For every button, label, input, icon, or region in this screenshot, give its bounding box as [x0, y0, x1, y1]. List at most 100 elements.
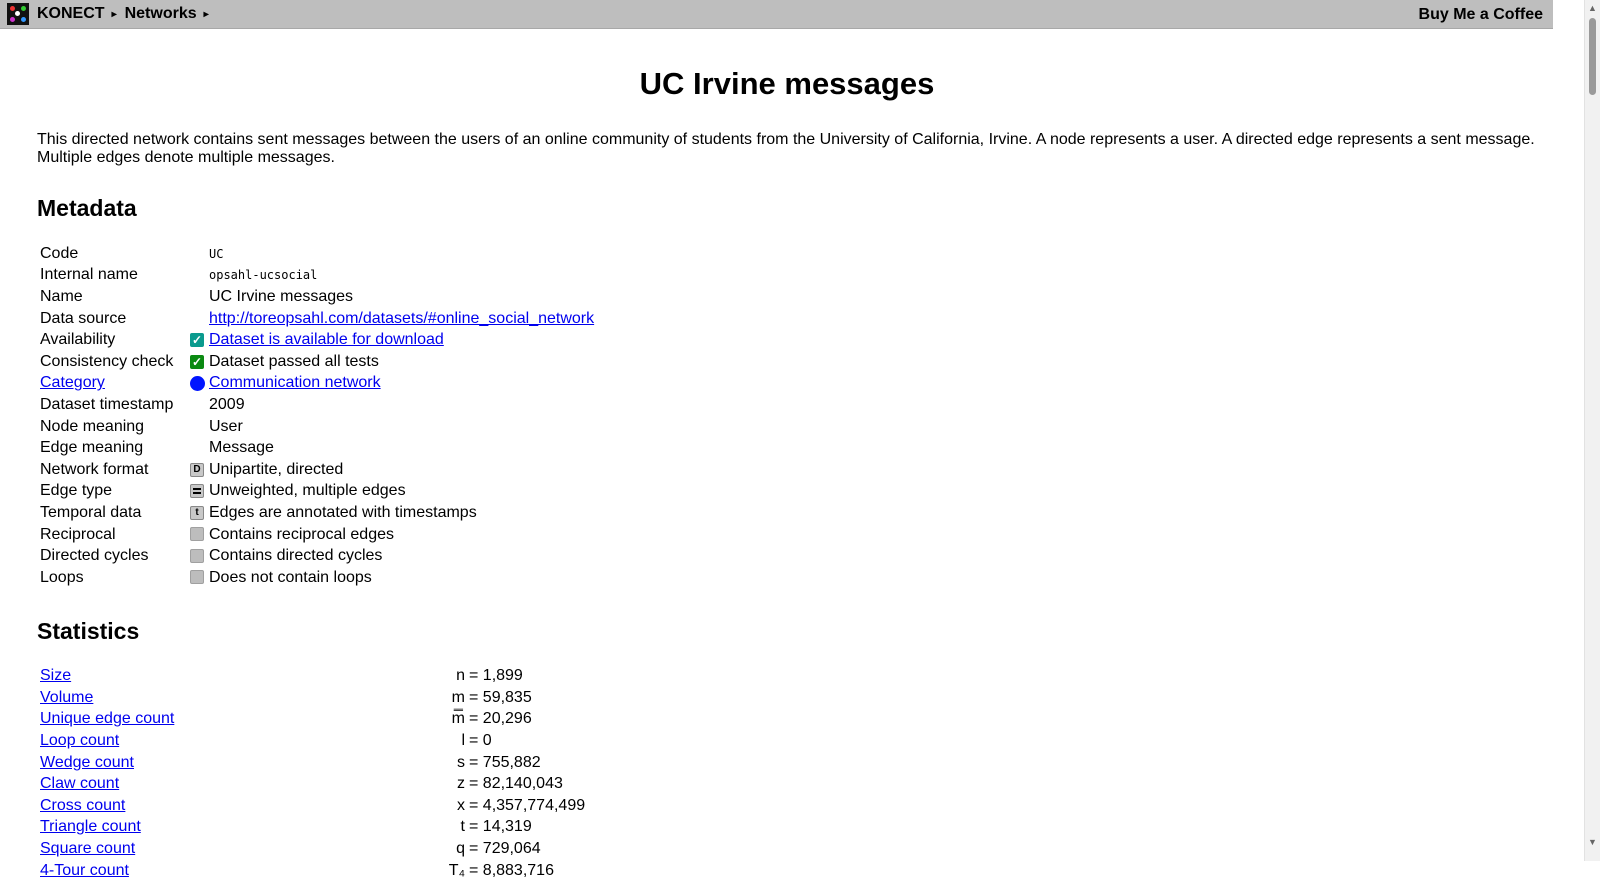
statistic-name-link[interactable]: 4-Tour count — [40, 862, 129, 879]
gray-box-icon — [190, 527, 204, 541]
statistic-symbol: m — [425, 687, 465, 709]
metadata-key-cell: Internal name — [38, 265, 190, 287]
statistic-symbol: m̿ — [425, 709, 465, 731]
breadcrumb-networks-link[interactable]: Networks — [125, 5, 197, 23]
metadata-key-cell: Category — [38, 373, 190, 395]
metadata-key: Internal name — [40, 266, 138, 283]
metadata-value-cell: Contains reciprocal edges — [209, 524, 594, 546]
statistic-name-link[interactable]: Wedge count — [40, 754, 134, 771]
metadata-key: Dataset timestamp — [40, 396, 173, 413]
metadata-value-link[interactable]: http://toreopsahl.com/datasets/#online_s… — [209, 310, 594, 327]
statistic-value: = 8,883,716 — [465, 860, 585, 881]
scroll-down-arrow-icon[interactable]: ▼ — [1588, 837, 1597, 847]
statistics-row: Triangle countt= 14,319 — [38, 817, 585, 839]
statistics-row: Claw countz= 82,140,043 — [38, 773, 585, 795]
statistic-name-cell: Unique edge count — [38, 709, 425, 731]
statistic-value: = 20,296 — [465, 709, 585, 731]
statistic-symbol: s — [425, 752, 465, 774]
metadata-value: 2009 — [209, 396, 245, 413]
statistic-name-link[interactable]: Unique edge count — [40, 710, 174, 727]
metadata-key-cell: Edge type — [38, 481, 190, 503]
statistic-value: = 14,319 — [465, 817, 585, 839]
statistics-heading: Statistics — [37, 618, 1537, 645]
statistic-name-link[interactable]: Size — [40, 667, 71, 684]
main-content: UC Irvine messages This directed network… — [37, 28, 1537, 881]
metadata-value-cell: Communication network — [209, 373, 594, 395]
metadata-value: Unipartite, directed — [209, 461, 343, 478]
statistics-row: Wedge counts= 755,882 — [38, 752, 585, 774]
scroll-up-arrow-icon[interactable]: ▲ — [1588, 3, 1597, 13]
green-check-icon: ✓ — [190, 355, 204, 369]
letter-t-icon: t — [190, 506, 204, 520]
metadata-key: Data source — [40, 310, 126, 327]
statistic-name-cell: Cross count — [38, 795, 425, 817]
metadata-key-cell: Data source — [38, 308, 190, 330]
metadata-key: Reciprocal — [40, 526, 116, 543]
scrollbar-thumb[interactable] — [1589, 18, 1596, 95]
metadata-row: Internal name opsahl-ucsocial — [38, 265, 594, 287]
metadata-value: UC Irvine messages — [209, 288, 353, 305]
metadata-value-link[interactable]: Dataset is available for download — [209, 331, 444, 348]
statistic-symbol: l — [425, 730, 465, 752]
statistic-name-cell: Triangle count — [38, 817, 425, 839]
metadata-key-cell: Name — [38, 286, 190, 308]
statistic-name-link[interactable]: Cross count — [40, 797, 125, 814]
metadata-value-cell: Does not contain loops — [209, 567, 594, 589]
metadata-key: Code — [40, 245, 78, 262]
metadata-value: Does not contain loops — [209, 569, 372, 586]
buy-me-a-coffee-link[interactable]: Buy Me a Coffee — [1419, 6, 1543, 24]
letter-d-icon: D — [190, 463, 204, 477]
statistic-name-link[interactable]: Square count — [40, 840, 135, 857]
statistic-name-link[interactable]: Claw count — [40, 775, 119, 792]
network-description: This directed network contains sent mess… — [37, 131, 1537, 166]
metadata-value-cell: 2009 — [209, 394, 594, 416]
metadata-icon-cell — [190, 524, 209, 546]
statistics-row: Sizen= 1,899 — [38, 666, 585, 688]
metadata-icon-cell — [190, 308, 209, 330]
metadata-value: Edges are annotated with timestamps — [209, 504, 477, 521]
metadata-value-cell: Unipartite, directed — [209, 459, 594, 481]
statistic-name-link[interactable]: Triangle count — [40, 818, 141, 835]
statistic-value: = 4,357,774,499 — [465, 795, 585, 817]
metadata-row: Dataset timestamp 2009 — [38, 394, 594, 416]
metadata-value-cell: Unweighted, multiple edges — [209, 481, 594, 503]
statistic-name-link[interactable]: Volume — [40, 689, 93, 706]
vertical-scrollbar[interactable]: ▲ ▼ — [1584, 0, 1600, 861]
metadata-value-cell: UC — [209, 243, 594, 265]
metadata-row: Category Communication network — [38, 373, 594, 395]
statistic-symbol: n — [425, 666, 465, 688]
metadata-key-link[interactable]: Category — [40, 374, 105, 391]
metadata-value: Contains directed cycles — [209, 547, 382, 564]
metadata-value-link[interactable]: Communication network — [209, 374, 381, 391]
metadata-value-cell: Dataset is available for download — [209, 329, 594, 351]
gray-box-icon — [190, 549, 204, 563]
statistics-row: Square countq= 729,064 — [38, 838, 585, 860]
statistics-row: Unique edge count m̿= 20,296 — [38, 709, 585, 731]
statistic-name-link[interactable]: Loop count — [40, 732, 119, 749]
statistic-value: = 0 — [465, 730, 585, 752]
metadata-icon-cell — [190, 286, 209, 308]
metadata-value: Unweighted, multiple edges — [209, 482, 406, 499]
double-line-icon — [190, 484, 204, 498]
metadata-icon-cell: ✓ — [190, 329, 209, 351]
statistic-symbol: q — [425, 838, 465, 860]
metadata-key: Directed cycles — [40, 547, 148, 564]
metadata-icon-cell: ✓ — [190, 351, 209, 373]
breadcrumb-home-link[interactable]: KONECT — [37, 5, 105, 23]
metadata-key: Edge meaning — [40, 439, 143, 456]
metadata-row: Network formatDUnipartite, directed — [38, 459, 594, 481]
statistic-name-cell: Wedge count — [38, 752, 425, 774]
metadata-row: Name UC Irvine messages — [38, 286, 594, 308]
konect-logo-icon[interactable] — [7, 3, 29, 25]
metadata-row: Availability✓Dataset is available for do… — [38, 329, 594, 351]
top-navigation-bar: KONECT ▸ Networks ▸ Buy Me a Coffee — [0, 0, 1553, 29]
metadata-table: Code UC Internal name opsahl-ucsocial Name UC… — [38, 243, 594, 589]
metadata-key-cell: Loops — [38, 567, 190, 589]
metadata-value: opsahl-ucsocial — [209, 268, 317, 282]
metadata-value-cell: Edges are annotated with timestamps — [209, 502, 594, 524]
statistic-symbol: z — [425, 773, 465, 795]
metadata-value: Message — [209, 439, 274, 456]
metadata-key: Node meaning — [40, 418, 144, 435]
metadata-key-cell: Availability — [38, 329, 190, 351]
metadata-key-cell: Dataset timestamp — [38, 394, 190, 416]
